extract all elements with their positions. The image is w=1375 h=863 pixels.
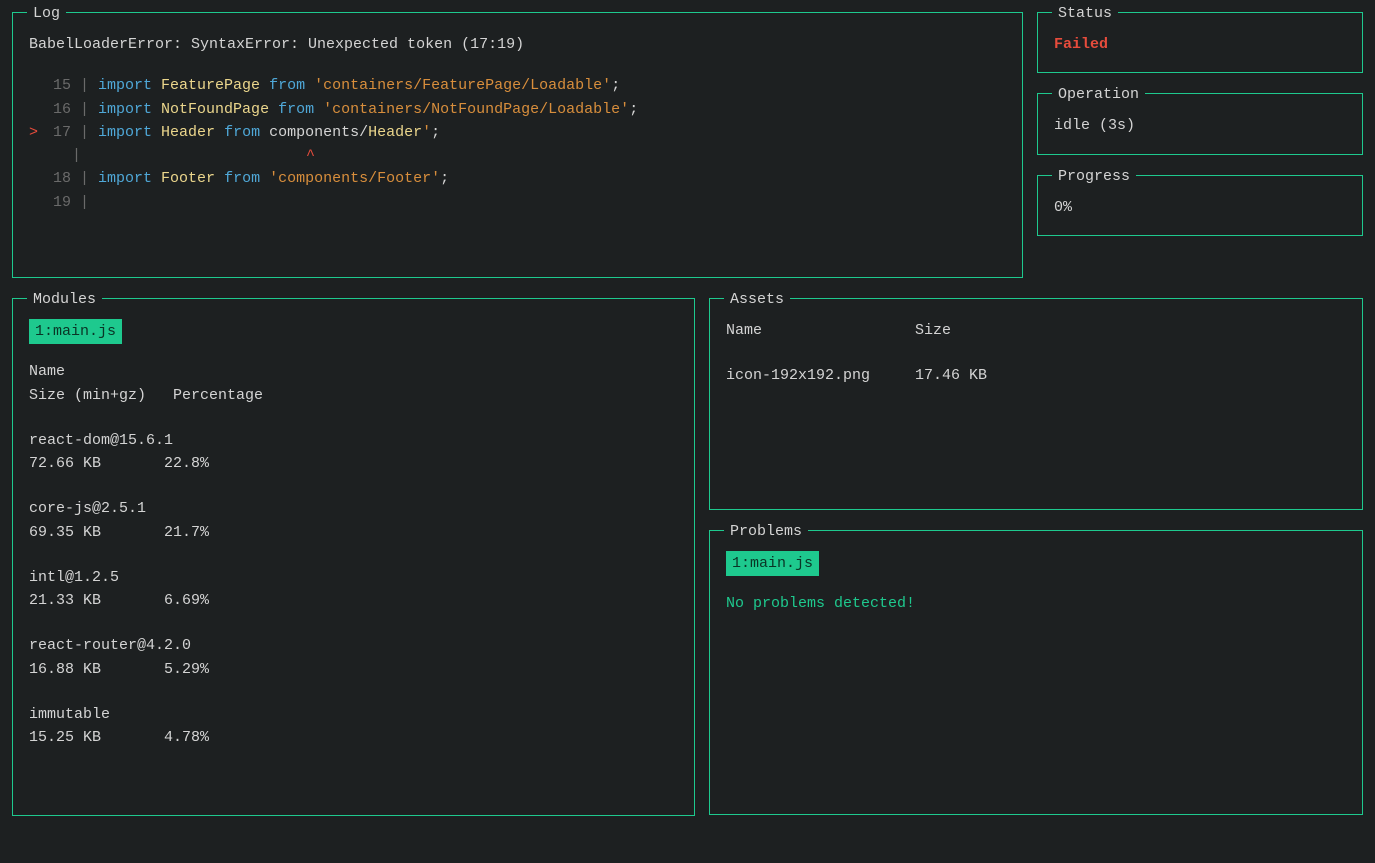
progress-title: Progress: [1052, 165, 1136, 188]
modules-panel: Modules 1:main.js Name Size (min+gz) Per…: [12, 298, 695, 816]
problems-entry-tag: 1:main.js: [726, 551, 819, 576]
module-row: core-js@2.5.169.35 KB 21.7%: [29, 497, 678, 544]
operation-title: Operation: [1052, 83, 1145, 106]
module-stats: 69.35 KB 21.7%: [29, 521, 678, 544]
module-stats: 21.33 KB 6.69%: [29, 589, 678, 612]
code-line: >17 | import Header from components/Head…: [29, 121, 1006, 144]
log-title: Log: [27, 2, 66, 25]
problems-message: No problems detected!: [726, 592, 1346, 615]
module-name: react-dom@15.6.1: [29, 429, 678, 452]
module-name: immutable: [29, 703, 678, 726]
code-block: 15 | import FeaturePage from 'containers…: [29, 74, 1006, 214]
problems-title: Problems: [724, 520, 808, 543]
modules-header-stats: Size (min+gz) Percentage: [29, 384, 678, 407]
assets-panel: Assets Name Size icon-192x192.png 17.46 …: [709, 298, 1363, 510]
assets-header: Name Size: [726, 319, 1346, 342]
modules-entry-tag: 1:main.js: [29, 319, 122, 344]
assets-title: Assets: [724, 288, 790, 311]
operation-panel: Operation idle (3s): [1037, 93, 1363, 154]
code-line: 18 | import Footer from 'components/Foot…: [29, 167, 1006, 190]
log-panel: Log BabelLoaderError: SyntaxError: Unexp…: [12, 12, 1023, 278]
progress-value: 0%: [1054, 196, 1346, 219]
problems-panel: Problems 1:main.js No problems detected!: [709, 530, 1363, 815]
module-stats: 16.88 KB 5.29%: [29, 658, 678, 681]
operation-value: idle (3s): [1054, 114, 1346, 137]
module-row: react-router@4.2.016.88 KB 5.29%: [29, 634, 678, 681]
module-stats: 72.66 KB 22.8%: [29, 452, 678, 475]
log-error-message: BabelLoaderError: SyntaxError: Unexpecte…: [29, 33, 1006, 56]
module-name: react-router@4.2.0: [29, 634, 678, 657]
status-value: Failed: [1054, 33, 1346, 56]
module-row: react-dom@15.6.172.66 KB 22.8%: [29, 429, 678, 476]
module-row: immutable15.25 KB 4.78%: [29, 703, 678, 750]
modules-header-name: Name: [29, 360, 678, 383]
module-stats: 15.25 KB 4.78%: [29, 726, 678, 749]
progress-panel: Progress 0%: [1037, 175, 1363, 236]
modules-title: Modules: [27, 288, 102, 311]
code-line: | ^: [29, 144, 1006, 167]
module-row: intl@1.2.521.33 KB 6.69%: [29, 566, 678, 613]
module-name: intl@1.2.5: [29, 566, 678, 589]
code-line: 16 | import NotFoundPage from 'container…: [29, 98, 1006, 121]
status-panel: Status Failed: [1037, 12, 1363, 73]
module-name: core-js@2.5.1: [29, 497, 678, 520]
code-line: 15 | import FeaturePage from 'containers…: [29, 74, 1006, 97]
asset-row: icon-192x192.png 17.46 KB: [726, 364, 1346, 387]
code-line: 19 |: [29, 191, 1006, 214]
status-title: Status: [1052, 2, 1118, 25]
